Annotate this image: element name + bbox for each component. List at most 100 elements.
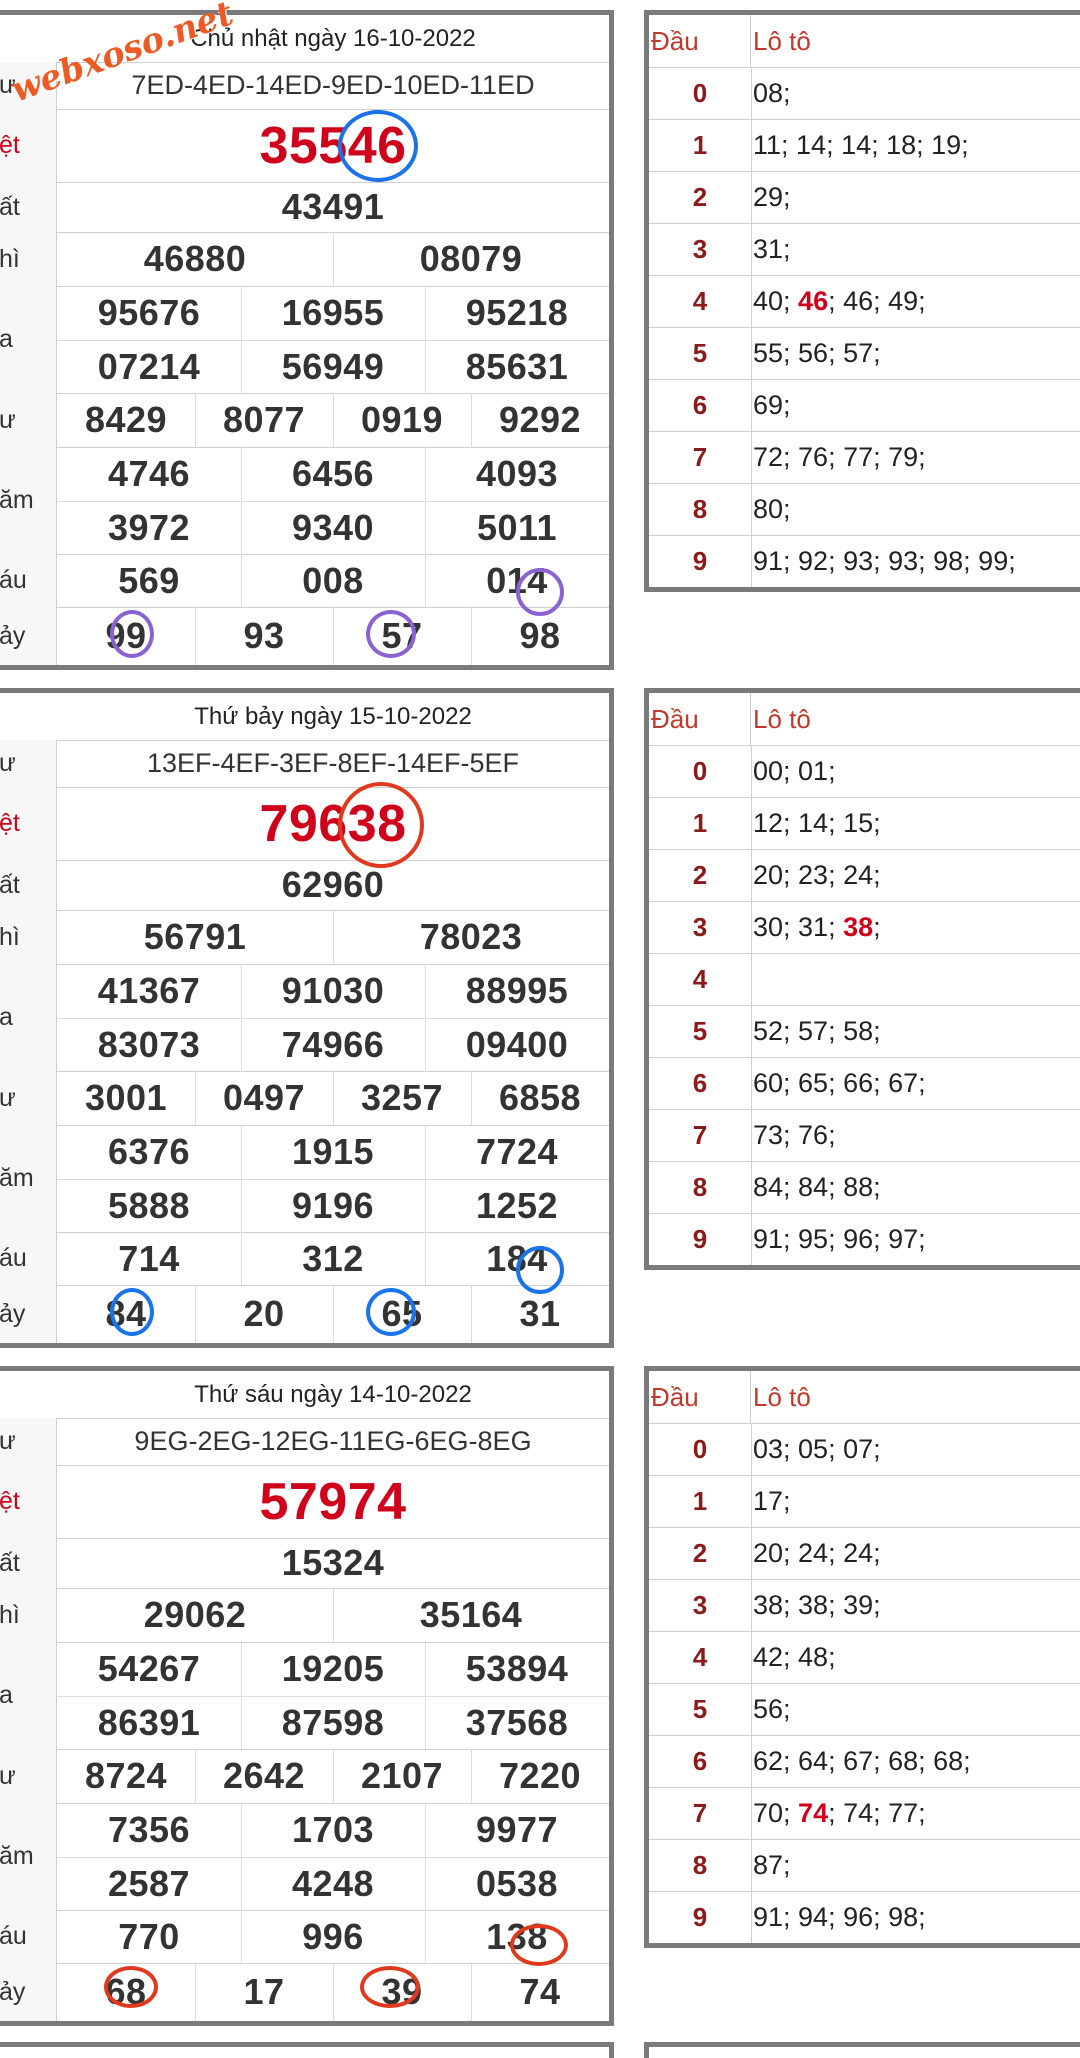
prize-subrow: 3972 9340 5011 — [57, 500, 609, 555]
prize-row-g7: ảy 99 93 57 98 — [0, 607, 609, 665]
result-table: Chủ nhật ngày 16-10-2022 ư 7ED-4ED-14ED-9E… — [0, 10, 614, 670]
loto-values-text: ; — [873, 912, 881, 942]
second-prize-number: 08079 — [419, 238, 523, 279]
draw-code: 9EG-2EG-12EG-11EG-6EG-8EG — [134, 1426, 532, 1456]
third-prize-number: 86391 — [57, 1696, 242, 1750]
second-prize-number: 46880 — [57, 232, 334, 286]
prize-label: ệt — [0, 1465, 57, 1538]
prize-label: a — [0, 964, 57, 1071]
watermark-text: webxoso.net — [6, 0, 239, 111]
result-table: Thứ sáu ngày 14-10-2022 ư 9EG-2EG-12EG-11E… — [0, 1366, 614, 2026]
prize-label: a — [0, 286, 57, 393]
watermark-logo: webxoso.net — [0, 0, 238, 111]
prize-row-g6: áu 714 312 184 — [0, 1232, 609, 1286]
loto-row: 0 08; — [649, 68, 1080, 120]
loto-values: 62; 64; 67; 68; 68; — [753, 1736, 1080, 1787]
prize-label: ư — [0, 740, 57, 787]
loto-special-value: 46 — [798, 286, 829, 316]
loto-head-digit: 0 — [649, 68, 752, 119]
seventh-prize-number: 20 — [195, 1285, 334, 1343]
loto-row: 8 84; 84; 88; — [649, 1162, 1080, 1214]
prize-subrow: 86391 87598 37568 — [57, 1695, 609, 1750]
prize-label: ư — [0, 1749, 57, 1803]
prize-row-g2: hì 56791 78023 — [0, 910, 609, 965]
loto-row: 0 03; 05; 07; — [649, 1424, 1080, 1476]
prize-subrow: 83073 74966 09400 — [57, 1017, 609, 1072]
loto-head-digit: 3 — [649, 1580, 752, 1631]
loto-table: Đầu Lô tô 0 00; 01; 1 12; 14; 15; 2 20; 23; 24;… — [644, 688, 1080, 1270]
loto-values: 12; 14; 15; — [753, 798, 1080, 849]
special-prize-number: 57974 — [259, 1472, 407, 1531]
loto-values-text: 87; — [753, 1850, 791, 1880]
loto-values-text: 62; 64; 67; 68; 68; — [753, 1746, 971, 1776]
second-prize-number: 35164 — [419, 1594, 523, 1635]
loto-head-digit: 5 — [649, 1684, 752, 1735]
loto-values: 91; 92; 93; 93; 98; 99; — [753, 536, 1080, 587]
loto-values: 38; 38; 39; — [753, 1580, 1080, 1631]
loto-row: 6 60; 65; 66; 67; — [649, 1058, 1080, 1110]
third-prize-number: 19205 — [241, 1642, 426, 1696]
sixth-prize-number: 008 — [241, 554, 426, 607]
prize-label: ăm — [0, 1125, 57, 1232]
sixth-prize-number: 312 — [241, 1232, 426, 1285]
prize-values: 57974 — [57, 1465, 609, 1538]
prize-values: 569 008 014 — [57, 554, 609, 607]
loto-row: 8 87; — [649, 1840, 1080, 1892]
prize-label: ăm — [0, 447, 57, 554]
prize-values: 770 996 138 — [57, 1910, 609, 1963]
prize-row-g1: ất 43491 — [0, 182, 609, 233]
loto-row: 6 62; 64; 67; 68; 68; — [649, 1736, 1080, 1788]
prize-label: hì — [0, 232, 57, 286]
loto-values-text: 80; — [753, 494, 791, 524]
seventh-prize-number: 57 — [333, 607, 472, 665]
loto-values: 42; 48; — [753, 1632, 1080, 1683]
loto-values: 80; — [753, 484, 1080, 535]
loto-head-digit: 5 — [649, 328, 752, 379]
fifth-prize-number: 2587 — [57, 1857, 242, 1911]
third-prize-number: 91030 — [241, 964, 426, 1018]
prize-values: 56791 78023 — [57, 910, 609, 964]
prize-label: ất — [0, 182, 57, 232]
loto-header: Đầu Lô tô — [649, 693, 1080, 746]
loto-values: 17; — [753, 1476, 1080, 1527]
fifth-prize-number: 7724 — [475, 1130, 559, 1172]
loto-head-digit: 1 — [649, 120, 752, 171]
prize-subrow: 2587 4248 0538 — [57, 1856, 609, 1911]
loto-values-text: 40; — [753, 286, 799, 316]
seventh-prize-number: 65 — [333, 1285, 472, 1343]
fourth-prize-number: 0497 — [195, 1071, 334, 1125]
loto-column-label: Lô tô — [753, 1381, 811, 1412]
third-prize-number: 09400 — [465, 1024, 569, 1066]
loto-values-text: 42; 48; — [753, 1642, 836, 1672]
prize-label: ảy — [0, 1963, 57, 2021]
loto-values-text: 11; 14; 14; 18; 19; — [753, 130, 969, 160]
loto-values-text: 70; — [753, 1798, 799, 1828]
prize-subrow: 95676 16955 95218 — [57, 286, 609, 340]
loto-column-label: Lô tô — [753, 703, 811, 734]
prize-row-g4: ư 3001 0497 3257 6858 — [0, 1071, 609, 1126]
third-prize-number: 95676 — [57, 286, 242, 340]
loto-head-digit: 4 — [649, 276, 752, 327]
loto-head-digit: 4 — [649, 1632, 752, 1683]
loto-row: 5 55; 56; 57; — [649, 328, 1080, 380]
loto-values-text: 69; — [753, 390, 791, 420]
prize-row-g3: a 54267 19205 53894 86391 87598 37568 — [0, 1642, 609, 1750]
prize-label: ăm — [0, 1803, 57, 1910]
prize-label: ư — [0, 1071, 57, 1125]
loto-values-text: 60; 65; 66; 67; — [753, 1068, 926, 1098]
sixth-prize-number: 569 — [57, 554, 242, 607]
loto-values: 29; — [753, 172, 1080, 223]
loto-head-digit: 6 — [649, 380, 752, 431]
loto-special-value: 38 — [843, 912, 874, 942]
loto-values — [753, 954, 1080, 1005]
loto-values-text: 55; 56; 57; — [753, 338, 881, 368]
result-table: Thứ bảy ngày 15-10-2022 ư 13EF-4EF-3EF-8EF… — [0, 688, 614, 1348]
loto-head-digit: 1 — [649, 1476, 752, 1527]
loto-row: 2 29; — [649, 172, 1080, 224]
loto-row: 8 80; — [649, 484, 1080, 536]
fifth-prize-number: 1252 — [475, 1185, 559, 1227]
prize-row-g6: áu 569 008 014 — [0, 554, 609, 608]
loto-head-digit: 2 — [649, 850, 752, 901]
loto-values-text: 91; 94; 96; 98; — [753, 1902, 926, 1932]
loto-values: 31; — [753, 224, 1080, 275]
